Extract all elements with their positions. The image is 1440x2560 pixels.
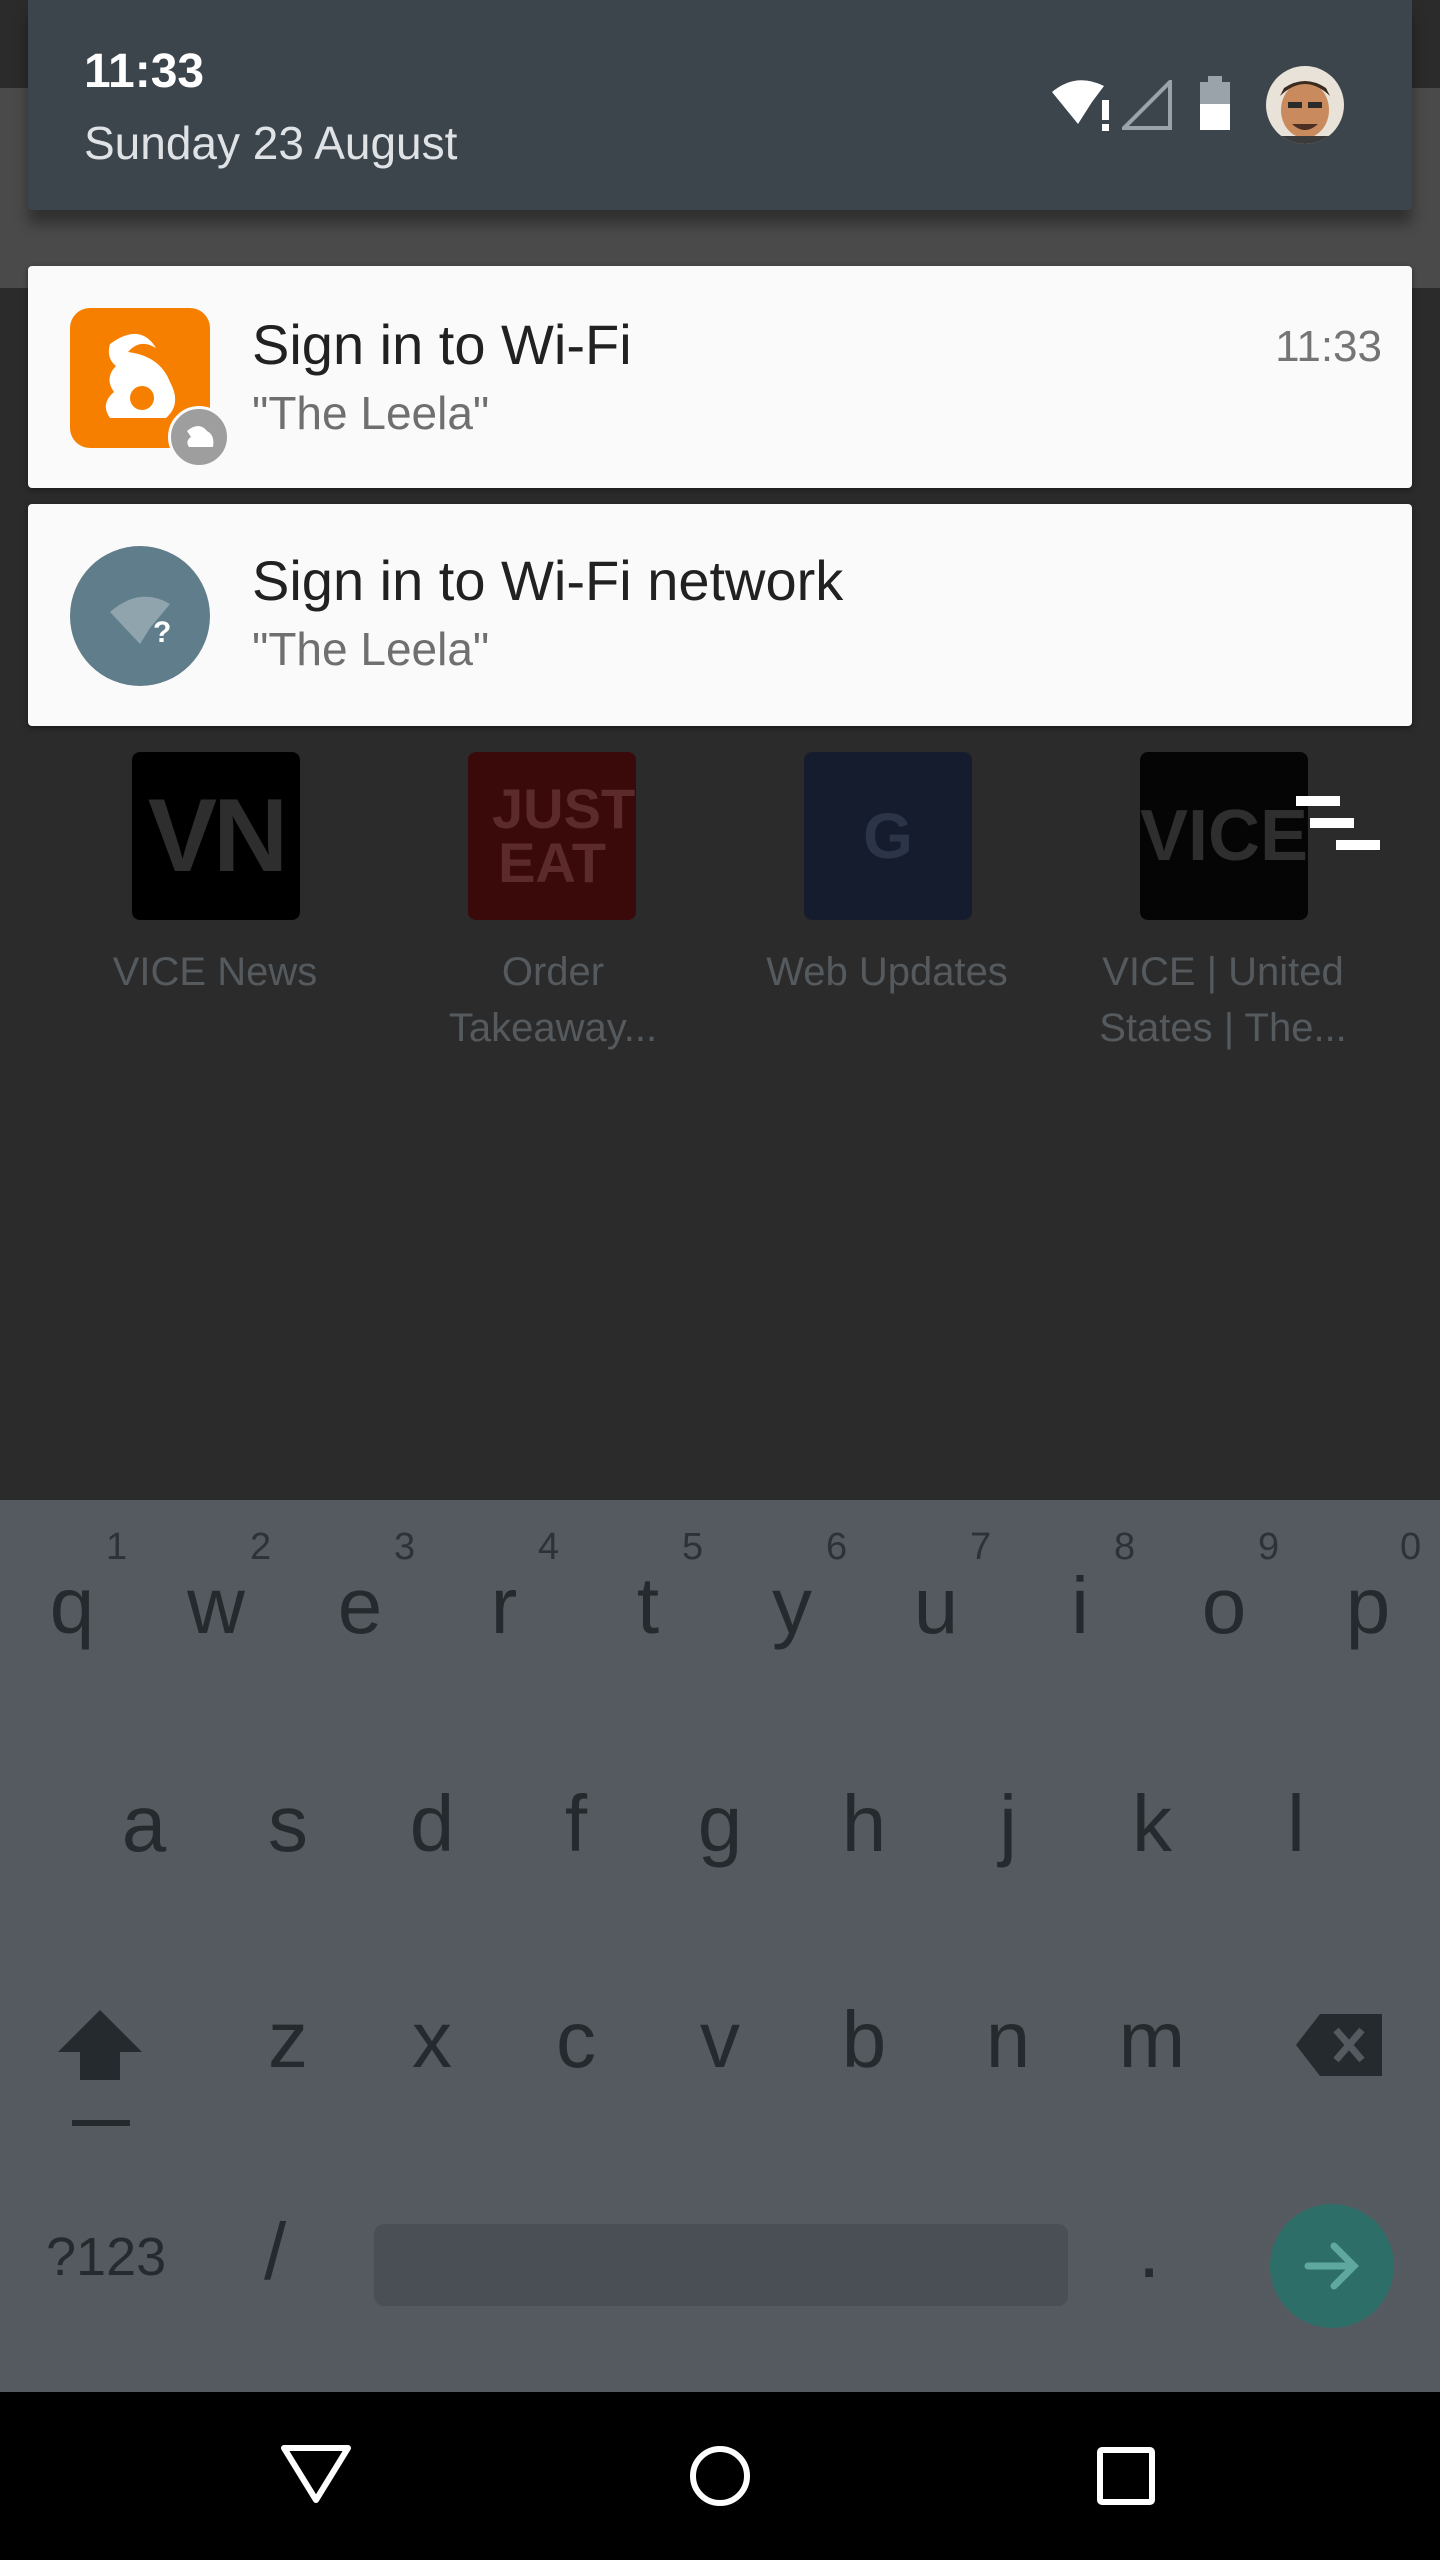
- slash-key[interactable]: /: [264, 2206, 286, 2298]
- sort-list-icon[interactable]: [1296, 796, 1380, 856]
- key-x[interactable]: x: [372, 1994, 492, 2086]
- home-icon[interactable]: [688, 2444, 752, 2508]
- key-o[interactable]: o: [1164, 1560, 1284, 1652]
- key-z[interactable]: z: [228, 1994, 348, 2086]
- vice-tile[interactable]: VICE: [1140, 752, 1308, 920]
- key-i[interactable]: i: [1020, 1560, 1140, 1652]
- key-t[interactable]: t: [588, 1560, 708, 1652]
- notification-card-uc-wifi[interactable]: Sign in to Wi-Fi "The Leela" 11:33: [28, 266, 1412, 488]
- wifi-alert-icon: [1052, 76, 1114, 132]
- user-avatar[interactable]: [1266, 66, 1344, 144]
- key-j[interactable]: j: [948, 1778, 1068, 1870]
- key-b[interactable]: b: [804, 1994, 924, 2086]
- key-r[interactable]: r: [444, 1560, 564, 1652]
- key-l[interactable]: l: [1236, 1778, 1356, 1870]
- key-n[interactable]: n: [948, 1994, 1068, 2086]
- recents-icon[interactable]: [1096, 2446, 1156, 2506]
- just-eat-tile[interactable]: JUST EAT: [468, 752, 636, 920]
- uc-small-badge-icon: [168, 406, 230, 468]
- key-q[interactable]: q: [12, 1560, 132, 1652]
- key-h[interactable]: h: [804, 1778, 924, 1870]
- web-updates-tile[interactable]: G: [804, 752, 972, 920]
- notification-subtitle: "The Leela": [252, 623, 490, 675]
- notification-time: 11:33: [1275, 322, 1382, 371]
- key-g[interactable]: g: [660, 1778, 780, 1870]
- keyboard: 1 2 3 4 5 6 7 8 9 0 q w e r t y u i o p …: [0, 1500, 1440, 2392]
- order-takeaway-label: Order Takeaway...: [448, 950, 658, 1050]
- battery-icon: [1198, 76, 1232, 132]
- key-s[interactable]: s: [228, 1778, 348, 1870]
- svg-text:?: ?: [153, 616, 171, 649]
- period-key[interactable]: .: [1138, 2204, 1160, 2296]
- notification-card-wifi-network[interactable]: ? Sign in to Wi-Fi network "The Leela": [28, 504, 1412, 726]
- key-k[interactable]: k: [1092, 1778, 1212, 1870]
- vice-news-tile[interactable]: VN: [132, 752, 300, 920]
- key-w[interactable]: w: [156, 1560, 276, 1652]
- wifi-question-icon: ?: [70, 546, 210, 686]
- space-bar[interactable]: [374, 2224, 1068, 2306]
- key-p[interactable]: p: [1308, 1560, 1428, 1652]
- back-icon[interactable]: [280, 2442, 352, 2506]
- backspace-key[interactable]: [1296, 2014, 1382, 2076]
- vice-logo: VICE: [1140, 796, 1309, 876]
- vice-news-logo: VN: [147, 778, 288, 894]
- just-eat-logo: JUST EAT: [492, 777, 636, 894]
- key-d[interactable]: d: [372, 1778, 492, 1870]
- vice-united-states-label: VICE | United States | The...: [1099, 950, 1347, 1050]
- notification-title: Sign in to Wi-Fi network: [252, 549, 844, 612]
- arrow-right-icon: [1304, 2242, 1359, 2290]
- web-updates-logo: G: [863, 800, 913, 872]
- notification-title: Sign in to Wi-Fi: [252, 313, 632, 376]
- key-u[interactable]: u: [876, 1560, 996, 1652]
- navigation-bar: [0, 2392, 1440, 2560]
- web-updates-label: Web Updates: [766, 950, 1008, 994]
- symbols-key[interactable]: ?123: [46, 2226, 166, 2288]
- key-m[interactable]: m: [1092, 1994, 1212, 2086]
- key-c[interactable]: c: [516, 1994, 636, 2086]
- shade-date: Sunday 23 August: [84, 117, 458, 169]
- notification-subtitle: "The Leela": [252, 387, 490, 439]
- shade-time: 11:33: [84, 45, 205, 98]
- key-f[interactable]: f: [516, 1778, 636, 1870]
- background-app: VN VICE News JUST EAT Order Takeaway... G…: [0, 0, 1440, 1500]
- key-y[interactable]: y: [732, 1560, 852, 1652]
- cell-signal-icon: [1119, 77, 1172, 130]
- key-e[interactable]: e: [300, 1560, 420, 1652]
- vice-news-label: VICE News: [112, 950, 318, 994]
- key-a[interactable]: a: [84, 1778, 204, 1870]
- key-v[interactable]: v: [660, 1994, 780, 2086]
- enter-key[interactable]: [1270, 2204, 1394, 2328]
- shift-key[interactable]: [58, 2010, 142, 2130]
